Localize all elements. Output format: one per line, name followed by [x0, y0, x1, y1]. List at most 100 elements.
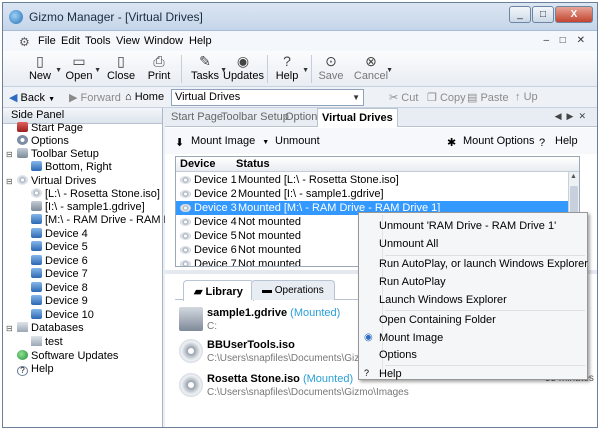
tree-item-virtual-drives[interactable]: Virtual Drives [17, 175, 96, 188]
dropdown-arrow-icon[interactable]: ▼ [386, 67, 393, 74]
tree-item-device-5[interactable]: Device 5 [31, 241, 88, 254]
dropdown-arrow-icon: ▼ [48, 96, 55, 103]
dropdown-arrow-icon[interactable]: ▼ [302, 67, 309, 74]
tab-navigation-icons[interactable]: ◀▶✕ [555, 111, 591, 122]
device-table-header: Device Status [176, 157, 579, 172]
menu-item-unmount-ram[interactable]: Unmount 'RAM Drive - RAM Drive 1' [379, 220, 556, 232]
open-button[interactable]: ▭ Open ▼ [59, 53, 101, 82]
menu-view[interactable]: View [116, 35, 140, 47]
mdi-window-controls[interactable]: – □ ✕ [543, 35, 589, 46]
menu-item-run-autoplay-or-explorer[interactable]: Run AutoPlay, or launch Windows Explorer [379, 258, 588, 270]
table-row[interactable]: Device 2 Mounted [I:\ - sample1.gdrive] [176, 187, 568, 201]
dropdown-arrow-icon[interactable]: ▼ [262, 139, 269, 146]
tree-item-device-9[interactable]: Device 9 [31, 295, 88, 308]
menu-item-launch-explorer[interactable]: Launch Windows Explorer [379, 294, 507, 306]
tree-item-drive-l[interactable]: [L:\ - Rosetta Stone.iso] [31, 188, 160, 201]
tab-toolbar-setup[interactable]: Toolbar Setup [221, 111, 289, 123]
tree-item-drive-i[interactable]: [I:\ - sample1.gdrive] [31, 201, 145, 214]
tab-library[interactable]: ▰ Library [183, 280, 254, 301]
tree-item-software-updates[interactable]: Software Updates [17, 350, 118, 363]
close-button[interactable]: X [555, 6, 593, 23]
tasks-button[interactable]: ✎ Tasks ▼ [185, 53, 227, 82]
forward-button[interactable]: ▶ Forward [69, 91, 121, 104]
help-icon: ? [539, 137, 546, 149]
tree-item-device-6[interactable]: Device 6 [31, 255, 88, 268]
tree-item-device-4[interactable]: Device 4 [31, 228, 88, 241]
up-button[interactable]: ↑ Up [515, 91, 538, 103]
drive-icon [31, 201, 42, 211]
menu-separator [385, 255, 585, 256]
unmount-button[interactable]: Unmount [275, 135, 320, 147]
tree-item-test[interactable]: test [31, 336, 63, 349]
cancel-button[interactable]: ⊗ Cancel ▼ [351, 53, 393, 82]
menu-window[interactable]: Window [144, 35, 183, 47]
copy-button[interactable]: ❐ Copy [427, 91, 466, 104]
library-icon: ▰ [194, 286, 206, 298]
collapse-icon[interactable]: ⊟ [6, 324, 13, 333]
scroll-up-icon[interactable]: ▲ [570, 173, 577, 180]
collapse-icon[interactable]: ⊟ [6, 177, 13, 186]
scissors-icon: ✂ [389, 92, 399, 104]
home-button[interactable]: ⌂ Home [125, 91, 164, 103]
up-arrow-icon: ↑ [515, 91, 521, 103]
maximize-button[interactable]: □ [532, 6, 554, 23]
back-button[interactable]: ◀ Back ▼ [9, 91, 55, 104]
mount-options-button[interactable]: ✱ Mount Options [447, 135, 535, 149]
tree-item-bottom-right[interactable]: Bottom, Right [31, 161, 112, 174]
toolbar-divider [181, 55, 182, 83]
print-button[interactable]: ⎙ Print [139, 53, 179, 82]
new-button[interactable]: ▯ New ▼ [20, 53, 62, 82]
tab-start-page[interactable]: Start Page [171, 111, 223, 123]
tree-item-device-7[interactable]: Device 7 [31, 268, 88, 281]
forward-arrow-icon: ▶ [69, 92, 78, 104]
column-status[interactable]: Status [236, 158, 270, 170]
disc-image-icon [179, 373, 203, 397]
mount-icon: ⬇ [175, 137, 185, 149]
mount-image-button[interactable]: ⬇ Mount Image ▼ [175, 135, 269, 149]
tree-item-toolbar-setup[interactable]: Toolbar Setup [17, 148, 99, 161]
toolbar-setup-icon [17, 148, 28, 158]
app-logo-icon [9, 10, 23, 24]
tree-item-drive-m[interactable]: [M:\ - RAM Drive - RAM D [31, 214, 172, 227]
save-button[interactable]: ⊙ Save [311, 53, 351, 82]
menu-item-help[interactable]: Help [379, 368, 402, 380]
minimize-button[interactable]: _ [509, 6, 531, 23]
tree-item-databases[interactable]: Databases [17, 322, 84, 335]
menu-help[interactable]: Help [189, 35, 212, 47]
dropdown-arrow-icon[interactable]: ▼ [94, 67, 101, 74]
tree-item-help[interactable]: ? Help [17, 363, 54, 376]
content-help-button[interactable]: ? Help [539, 135, 578, 149]
tree-item-start-page[interactable]: Start Page [17, 122, 83, 135]
menu-item-unmount-all[interactable]: Unmount All [379, 238, 438, 250]
close-doc-button[interactable]: ▯ Close [101, 53, 141, 82]
chevron-down-icon[interactable]: ▼ [352, 90, 360, 105]
item-path: C: [207, 321, 217, 332]
updates-button[interactable]: ◉ Updates [223, 53, 264, 82]
paste-button[interactable]: ▤ Paste [467, 91, 509, 104]
collapse-icon[interactable]: ⊟ [6, 150, 13, 159]
copy-icon: ❐ [427, 92, 437, 104]
drive-image-icon [179, 307, 203, 331]
menu-item-open-folder[interactable]: Open Containing Folder [379, 314, 496, 326]
column-device[interactable]: Device [180, 158, 215, 170]
gear-icon[interactable]: ⚙ [19, 35, 30, 49]
disc-icon [180, 190, 191, 198]
menu-item-run-autoplay[interactable]: Run AutoPlay [379, 276, 446, 288]
menu-file[interactable]: File [38, 35, 56, 47]
help-icon: ? [364, 368, 370, 378]
tab-virtual-drives[interactable]: Virtual Drives [317, 108, 398, 127]
menu-item-mount-image[interactable]: Mount Image [379, 332, 443, 344]
menu-tools[interactable]: Tools [85, 35, 111, 47]
tree-item-options[interactable]: Options [17, 135, 69, 148]
tab-operations[interactable]: ▬ Operations [251, 280, 335, 300]
menu-edit[interactable]: Edit [61, 35, 80, 47]
tree-item-device-10[interactable]: Device 10 [31, 309, 94, 322]
menu-item-options[interactable]: Options [379, 349, 417, 361]
tree-item-device-8[interactable]: Device 8 [31, 282, 88, 295]
address-bar[interactable]: Virtual Drives ▼ [171, 89, 364, 106]
table-row[interactable]: Device 1 Mounted [L:\ - Rosetta Stone.iso… [176, 173, 568, 187]
device-icon [31, 268, 42, 278]
help-button[interactable]: ? Help ▼ [267, 53, 309, 82]
cut-button[interactable]: ✂ Cut [389, 91, 418, 104]
back-arrow-icon: ◀ [9, 92, 18, 104]
